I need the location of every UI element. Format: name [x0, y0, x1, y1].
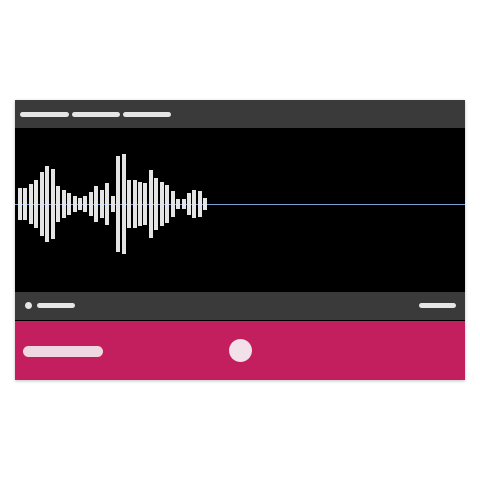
waveform-bar [105, 183, 110, 225]
audio-recorder-window [15, 100, 465, 380]
waveform-bar [159, 181, 164, 227]
panel-label [23, 346, 103, 357]
waveform-bar [23, 188, 28, 220]
waveform-bar [61, 189, 66, 219]
waveform-bar [45, 165, 50, 243]
waveform-bar [50, 168, 55, 240]
waveform-bar [67, 192, 72, 216]
waveform-bar [187, 192, 191, 216]
status-label [37, 303, 75, 308]
waveform-bar [88, 192, 93, 216]
tab-2[interactable] [72, 112, 120, 117]
waveform-bar [192, 189, 197, 219]
waveform-bar [94, 186, 99, 222]
waveform-bar [34, 180, 39, 228]
waveform-bar [78, 197, 82, 211]
waveform-bar [28, 184, 33, 224]
waveform-bar [121, 154, 126, 254]
tab-1[interactable] [20, 112, 69, 117]
waveform-bar [18, 188, 22, 220]
waveform-bar [72, 196, 77, 212]
waveform-bar [170, 191, 175, 217]
record-button[interactable] [229, 339, 252, 362]
waveform-bar [181, 199, 186, 209]
waveform-bar [127, 180, 131, 228]
control-panel [15, 321, 465, 380]
waveform-bar [99, 189, 104, 219]
waveform-bar [56, 186, 61, 222]
waveform-bar [83, 196, 88, 212]
waveform-bar [154, 178, 159, 230]
waveform-bar [39, 172, 44, 236]
waveform-bar [137, 181, 142, 227]
waveform-bar [197, 191, 202, 217]
waveform-bar [143, 183, 148, 225]
waveform-bar [165, 184, 170, 224]
tab-bar [15, 100, 465, 128]
waveform-bar [116, 156, 121, 252]
waveform-bar [176, 199, 181, 209]
waveform-display [15, 128, 465, 292]
waveform-bar [110, 196, 115, 212]
waveform-bar [132, 180, 137, 228]
recording-indicator-dot [25, 302, 32, 309]
duration-readout [419, 303, 456, 308]
tab-3[interactable] [123, 112, 171, 117]
status-bar [15, 292, 465, 320]
waveform-bar [203, 197, 208, 211]
waveform-bar [148, 170, 153, 238]
